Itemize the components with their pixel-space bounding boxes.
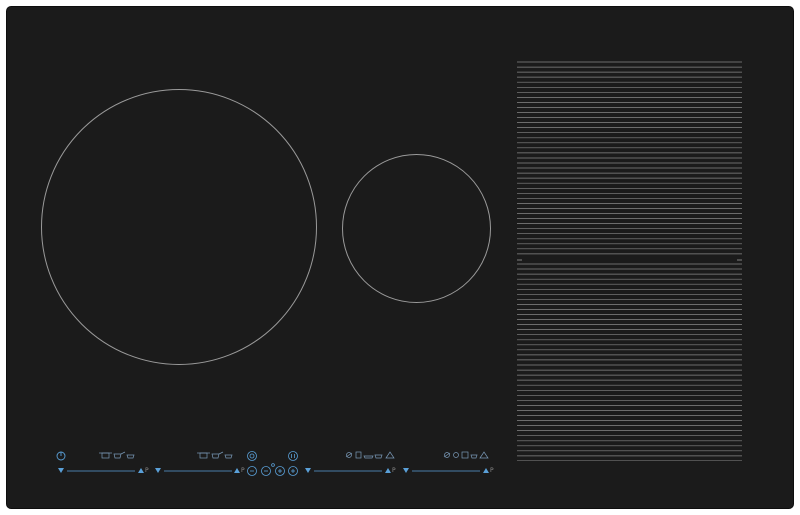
slider-1-label: P (145, 467, 149, 474)
minus-icon[interactable] (247, 466, 257, 476)
pan-icon (197, 451, 233, 459)
slider-4-label: P (490, 467, 494, 474)
power-icon[interactable] (56, 451, 66, 461)
slider-zone-3[interactable] (305, 468, 391, 473)
slider-2-label: P (241, 467, 245, 474)
pan-hob-icon (443, 451, 489, 459)
slider-zone-2[interactable] (155, 468, 240, 473)
lock-icon[interactable] (247, 451, 257, 461)
timer-icon[interactable] (261, 463, 298, 476)
induction-cooktop: P P P P (7, 7, 793, 508)
slider-zone-4[interactable] (403, 468, 489, 473)
slider-3-label: P (392, 467, 396, 474)
control-panel (56, 451, 489, 476)
pan-hob-icon (345, 451, 395, 459)
pot-icon (99, 451, 135, 459)
slider-zone-1[interactable] (58, 468, 144, 473)
pause-icon[interactable] (288, 451, 298, 461)
